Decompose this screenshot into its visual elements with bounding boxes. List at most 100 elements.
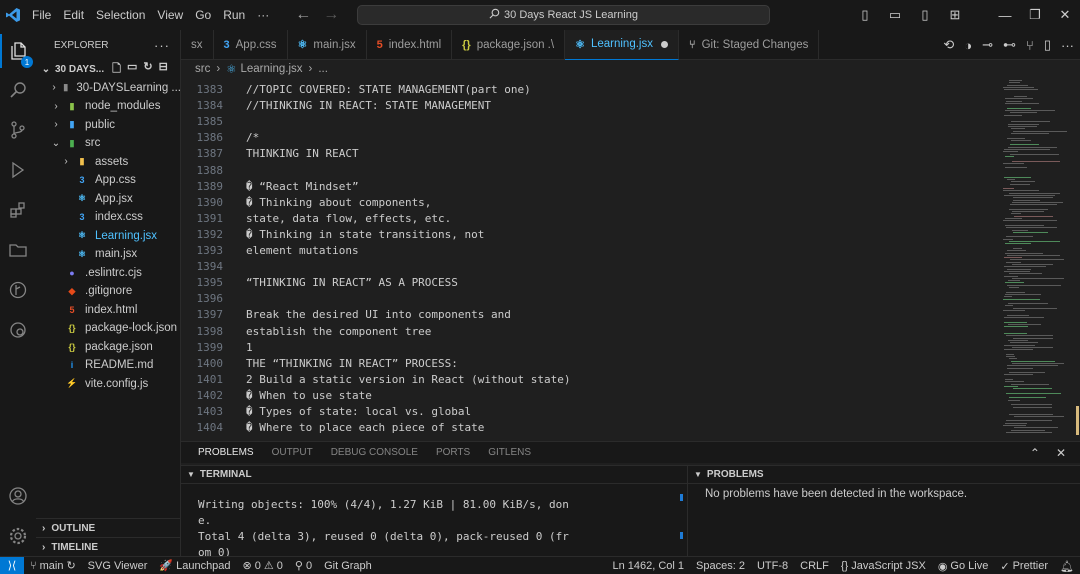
code-line[interactable]: THINKING IN REACT (246, 147, 359, 160)
editor-tab[interactable]: ⚛ main.jsx (288, 29, 367, 60)
file-item[interactable]: i README.md (36, 356, 181, 375)
explorer-icon[interactable]: 1 (0, 34, 36, 68)
launchpad-status[interactable]: 🚀 Launchpad (153, 559, 236, 573)
gitlens-icon[interactable] (0, 273, 36, 307)
panel-tab-output[interactable]: OUTPUT (272, 447, 313, 458)
file-item[interactable]: ◆ .gitignore (36, 282, 181, 301)
folder-item[interactable]: › ▮ assets (36, 153, 181, 172)
compare-next-icon[interactable]: ⊷ (1003, 37, 1016, 53)
menu-run[interactable]: Run (217, 8, 251, 22)
panel-tab-debug-console[interactable]: DEBUG CONSOLE (331, 447, 418, 458)
compare-prev-icon[interactable]: ◑ (964, 38, 972, 53)
breadcrumb-file[interactable]: Learning.jsx (241, 63, 303, 75)
file-item[interactable]: 3 App.css (36, 171, 181, 190)
file-item[interactable]: 5 index.html (36, 301, 181, 320)
code-line[interactable]: � Thinking about components, (246, 196, 431, 209)
unsaved-dot-icon[interactable] (660, 40, 668, 48)
editor-tab[interactable]: sx (181, 29, 214, 60)
editor-tab[interactable]: {} package.json .\ (452, 29, 566, 60)
sync-icon[interactable]: ↻ (66, 559, 75, 572)
forward-arrow-icon[interactable]: → (323, 6, 339, 24)
code-line[interactable]: THE “THINKING IN REACT” PROCESS: (246, 357, 458, 370)
svg-viewer-status[interactable]: SVG Viewer (82, 560, 154, 572)
terminal-panel[interactable]: ▼ TERMINAL Writing objects: 100% (4/4), … (181, 465, 687, 559)
problems-header[interactable]: ▼ PROBLEMS (688, 466, 1080, 484)
menu-more[interactable]: ··· (251, 8, 275, 22)
terminal-line[interactable]: Total 4 (delta 3), reused 0 (delta 0), p… (198, 530, 569, 543)
back-arrow-icon[interactable]: ← (295, 6, 311, 24)
code-line[interactable]: � Thinking in state transitions, not (246, 228, 484, 241)
code-line[interactable]: Break the desired UI into components and (246, 308, 511, 321)
code-line[interactable]: establish the component tree (246, 325, 431, 338)
settings-gear-icon[interactable] (0, 519, 36, 553)
terminal-line[interactable]: Writing objects: 100% (4/4), 1.27 KiB | … (198, 498, 569, 511)
restore-icon[interactable]: ❐ (1020, 7, 1050, 23)
refresh-icon[interactable]: ↻ (143, 60, 152, 79)
account-icon[interactable] (0, 479, 36, 513)
problems-status[interactable]: ⊗ 0 ⚠ 0 (237, 559, 289, 573)
more-actions-icon[interactable]: ··· (1061, 38, 1074, 53)
run-debug-icon[interactable] (0, 153, 36, 187)
menu-file[interactable]: File (26, 8, 57, 22)
file-item[interactable]: 3 index.css (36, 208, 181, 227)
file-item[interactable]: ⚛ App.jsx (36, 190, 181, 209)
git-graph-status[interactable]: Git Graph (318, 560, 378, 572)
search-view-icon[interactable] (0, 73, 36, 107)
code-line[interactable]: //TOPIC COVERED: STATE MANAGEMENT(part o… (246, 83, 531, 96)
file-item[interactable]: ⚡ vite.config.js (36, 375, 181, 394)
ports-status[interactable]: ⚲ 0 (289, 559, 318, 573)
editor-tab[interactable]: ⑂ Git: Staged Changes (679, 29, 820, 60)
code-line[interactable]: � When to use state (246, 389, 372, 402)
source-control-icon[interactable] (0, 113, 36, 147)
terminal-line[interactable]: e. (198, 514, 211, 527)
workspace-root[interactable]: ⌄ 30 DAYS... 🗋 ▭ ↻ ⊟ (36, 60, 181, 79)
gitlens-inspect-icon[interactable]: ⑂ (1026, 38, 1034, 53)
code-line[interactable]: state, data flow, effects, etc. (246, 212, 451, 225)
folder-item[interactable]: › ▮ 30-DAYSLearning ... (36, 79, 181, 98)
close-panel-icon[interactable]: ✕ (1056, 446, 1066, 460)
file-item[interactable]: {} package-lock.json (36, 319, 181, 338)
remote-explorer-icon[interactable] (0, 313, 36, 347)
file-item[interactable]: ⚛ Learning.jsx (36, 227, 181, 246)
code-line[interactable]: 1 (246, 341, 253, 354)
language-mode[interactable]: {} JavaScript JSX (835, 560, 932, 572)
folder-item[interactable]: › ▮ node_modules (36, 97, 181, 116)
indentation[interactable]: Spaces: 2 (690, 560, 751, 572)
collapse-all-icon[interactable]: ⊟ (159, 60, 168, 79)
toggle-panel-icon[interactable]: ▭ (880, 7, 910, 23)
breadcrumb-src[interactable]: src (195, 63, 210, 75)
folder-item[interactable]: › ▮ public (36, 116, 181, 135)
code-line[interactable]: � Where to place each piece of state (246, 421, 484, 434)
panel-tab-gitlens[interactable]: GITLENS (488, 447, 531, 458)
code-line[interactable]: /* (246, 131, 259, 144)
minimize-icon[interactable]: — (990, 8, 1020, 23)
terminal-header[interactable]: ▼ TERMINAL (181, 466, 687, 484)
code-line[interactable]: //THINKING IN REACT: STATE MANAGEMENT (246, 99, 491, 112)
toggle-secondary-sidebar-icon[interactable]: ▯ (910, 7, 940, 23)
file-item[interactable]: ● .eslintrc.cjs (36, 264, 181, 283)
new-file-icon[interactable]: 🗋 (112, 60, 121, 79)
go-live-button[interactable]: ◉ Go Live (932, 560, 995, 573)
customize-layout-icon[interactable]: ⊞ (940, 7, 970, 23)
new-folder-icon[interactable]: ▭ (127, 60, 137, 79)
branch-status[interactable]: ⑂ main ↻ (24, 559, 82, 573)
end-of-line[interactable]: CRLF (794, 560, 835, 572)
encoding[interactable]: UTF-8 (751, 560, 794, 572)
timeline-section[interactable]: › TIMELINE (36, 537, 181, 556)
git-commit-icon[interactable]: ⊸ (982, 37, 993, 53)
editor-tab[interactable]: ⚛ Learning.jsx (565, 29, 679, 60)
editor-scrollbar[interactable] (1072, 78, 1080, 436)
code-editor[interactable]: 1383 1384 1385 1386 1387 1388 1389 1390 1391 1392… (181, 78, 1080, 436)
explorer-more-icon[interactable]: ··· (154, 38, 170, 53)
toggle-sidebar-icon[interactable]: ▯ (850, 7, 880, 23)
editor-tab[interactable]: 3 App.css (214, 29, 288, 60)
code-line[interactable]: “THINKING IN REACT” AS A PROCESS (246, 276, 458, 289)
code-line[interactable]: � Types of state: local vs. global (246, 405, 471, 418)
command-center-search[interactable]: 30 Days React JS Learning (357, 5, 770, 25)
file-item[interactable]: ⚛ main.jsx (36, 245, 181, 264)
editor-tab[interactable]: 5 index.html (367, 29, 453, 60)
split-editor-icon[interactable]: ▯ (1044, 37, 1051, 53)
panel-tab-problems[interactable]: PROBLEMS (198, 447, 254, 458)
minimap[interactable] (1001, 78, 1071, 436)
file-item[interactable]: {} package.json (36, 338, 181, 357)
